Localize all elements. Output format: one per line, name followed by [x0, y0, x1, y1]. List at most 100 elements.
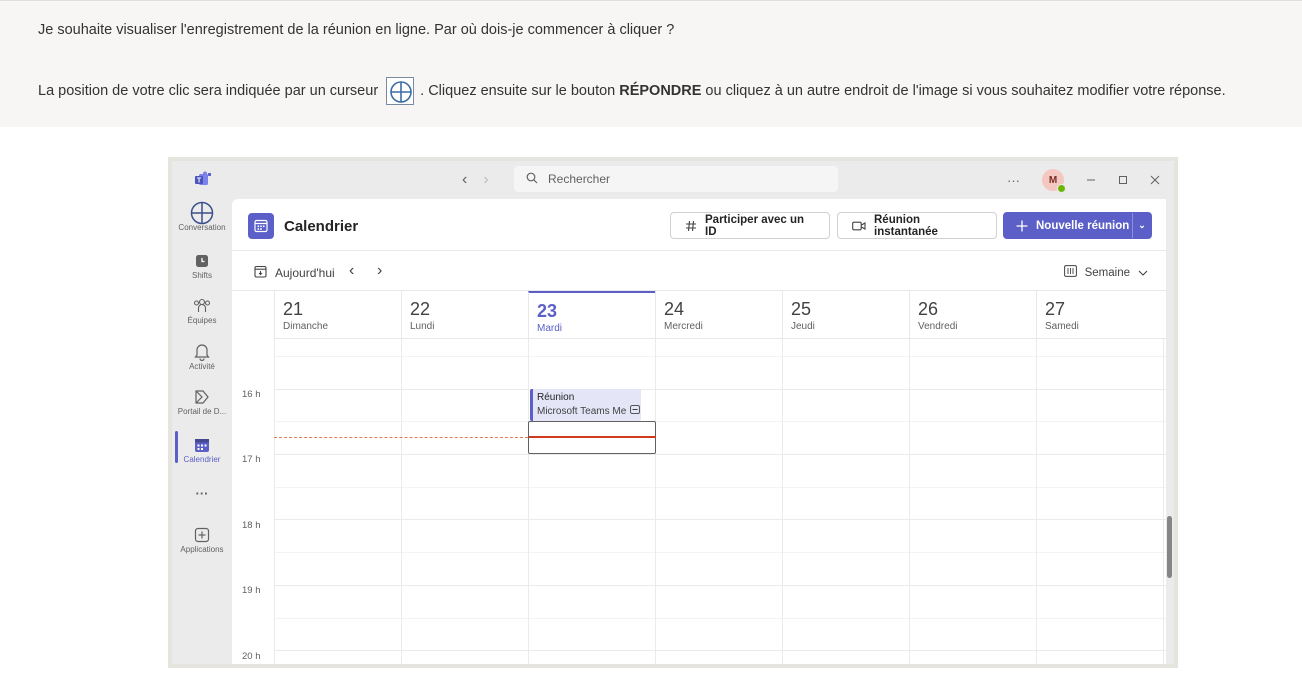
- today-button[interactable]: Aujourd'hui: [254, 265, 335, 281]
- day-header[interactable]: 24 Mercredi: [655, 291, 782, 339]
- rail-item-apps[interactable]: Applications: [172, 525, 232, 554]
- calendar-app-icon: [248, 213, 274, 239]
- crosshair-cursor-icon: [386, 77, 415, 105]
- next-week-chevron-icon[interactable]: ›: [377, 262, 382, 280]
- rail-label: Shifts: [191, 271, 212, 280]
- previous-week-chevron-icon[interactable]: ‹: [349, 262, 354, 280]
- calendar-toolbar: Aujourd'hui ‹ › Semaine: [232, 251, 1166, 291]
- grid-line: [274, 421, 1166, 422]
- grid-line: [274, 454, 1166, 455]
- title-bar: T ‹ › Rechercher ··· M: [172, 161, 1174, 199]
- day-name: Vendredi: [918, 321, 958, 332]
- join-with-id-button[interactable]: Participer avec un ID: [670, 212, 830, 239]
- day-number: 24: [664, 299, 685, 319]
- event-title: Réunion: [537, 392, 575, 403]
- day-name: Mercredi: [664, 321, 703, 332]
- rail-more-button[interactable]: ···: [172, 486, 232, 501]
- instant-meeting-button[interactable]: Réunion instantanée: [837, 212, 997, 239]
- maximize-icon[interactable]: [1118, 173, 1128, 188]
- answer-keyword: RÉPONDRE: [619, 83, 702, 99]
- rail-label: Activité: [189, 362, 215, 371]
- grid-column-line: [655, 339, 656, 664]
- new-meeting-button[interactable]: Nouvelle réunion ⌄: [1003, 212, 1152, 239]
- recording-icon: [630, 405, 641, 417]
- rail-label: Conversation: [178, 223, 226, 232]
- avatar[interactable]: M: [1042, 169, 1066, 193]
- question-panel: Je souhaite visualiser l'enregistrement …: [0, 0, 1302, 127]
- day-name: Jeudi: [791, 321, 815, 332]
- grid-column-line: [1163, 339, 1164, 664]
- week-view-icon: [1063, 265, 1077, 280]
- instruction-text: La position de votre clic sera indiquée …: [38, 77, 1226, 105]
- meeting-event[interactable]: Réunion Microsoft Teams Me: [530, 389, 641, 421]
- video-camera-icon: [852, 221, 866, 231]
- day-header-today[interactable]: 23 Mardi: [528, 291, 655, 339]
- calendar-header: Calendrier Participer avec un ID Réunion…: [232, 199, 1166, 251]
- day-number: 23: [537, 301, 558, 321]
- back-arrow-icon[interactable]: ‹: [462, 171, 467, 189]
- chevron-down-icon: [1138, 267, 1148, 279]
- presence-available-icon: [1057, 184, 1066, 193]
- grid-line: [274, 585, 1166, 586]
- hour-label: 18 h: [242, 520, 261, 531]
- new-meeting-dropdown-chevron-icon[interactable]: ⌄: [1132, 213, 1151, 238]
- day-header[interactable]: 26 Vendredi: [909, 291, 1036, 339]
- rail-item-conversation[interactable]: Conversation: [172, 201, 232, 232]
- plus-icon: [1016, 220, 1028, 232]
- today-calendar-icon: [254, 265, 267, 281]
- rail-item-calendar[interactable]: Calendrier: [172, 431, 232, 464]
- day-header[interactable]: 27 Samedi: [1036, 291, 1163, 339]
- day-header[interactable]: 21 Dimanche: [274, 291, 401, 339]
- grid-line: [274, 356, 1166, 357]
- time-grid[interactable]: 16 h 17 h 18 h 19 h 20 h Réunion Microso…: [232, 339, 1166, 664]
- instruction-after: ou cliquez à un autre endroit de l'image…: [705, 83, 1226, 99]
- search-placeholder: Rechercher: [548, 172, 611, 186]
- avatar-initial: M: [1048, 174, 1058, 186]
- day-name: Lundi: [410, 321, 435, 332]
- day-headers: 21 Dimanche 22 Lundi 23 Mardi 24 Mercredi 25…: [274, 291, 1166, 339]
- teams-logo-icon: T: [194, 171, 212, 192]
- more-icon: ···: [195, 486, 209, 501]
- grid-line: [274, 389, 1166, 390]
- search-input[interactable]: Rechercher: [514, 166, 838, 192]
- instant-meeting-label: Réunion instantanée: [874, 213, 938, 238]
- grid-column-line: [782, 339, 783, 664]
- day-name: Samedi: [1045, 321, 1079, 332]
- rail-item-activity[interactable]: Activité: [172, 342, 232, 371]
- day-name: Dimanche: [283, 321, 329, 332]
- more-options-button[interactable]: ···: [1007, 173, 1020, 188]
- instruction-before: La position de votre clic sera indiquée …: [38, 83, 379, 99]
- day-header[interactable]: 25 Jeudi: [782, 291, 909, 339]
- day-header[interactable]: 22 Lundi: [401, 291, 528, 339]
- grid-column-line: [528, 339, 529, 664]
- portal-icon: [193, 387, 211, 407]
- view-label: Semaine: [1084, 266, 1130, 279]
- calendar-main: Calendrier Participer avec un ID Réunion…: [232, 199, 1166, 664]
- day-number: 26: [918, 299, 939, 319]
- grid-column-line: [401, 339, 402, 664]
- day-number: 22: [410, 299, 431, 319]
- new-meeting-label: Nouvelle réunion: [1036, 219, 1130, 232]
- grid-column-line: [909, 339, 910, 664]
- today-label: Aujourd'hui: [275, 266, 335, 280]
- minimize-icon[interactable]: [1086, 173, 1096, 188]
- apps-icon: [194, 525, 210, 545]
- day-name: Mardi: [537, 323, 563, 334]
- rail-item-shifts[interactable]: Shifts: [172, 251, 232, 280]
- teams-window: T ‹ › Rechercher ··· M Conversation Shif…: [172, 161, 1174, 664]
- forward-arrow-icon[interactable]: ›: [483, 171, 488, 189]
- bell-icon: [194, 342, 210, 362]
- grid-line: [274, 487, 1166, 488]
- join-with-id-label: Participer avec un ID: [705, 213, 805, 238]
- day-number: 21: [283, 299, 304, 319]
- rail-item-teams[interactable]: Équipes: [172, 296, 232, 325]
- view-selector[interactable]: Semaine: [1063, 265, 1148, 280]
- chat-icon: [190, 201, 214, 225]
- grid-column-line: [1036, 339, 1037, 664]
- vertical-scrollbar[interactable]: [1167, 516, 1172, 578]
- hash-icon: [685, 220, 697, 232]
- rail-item-portal[interactable]: Portail de D...: [172, 387, 232, 416]
- grid-line: [274, 618, 1166, 619]
- calendar-icon: [194, 435, 210, 455]
- close-icon[interactable]: [1150, 173, 1160, 188]
